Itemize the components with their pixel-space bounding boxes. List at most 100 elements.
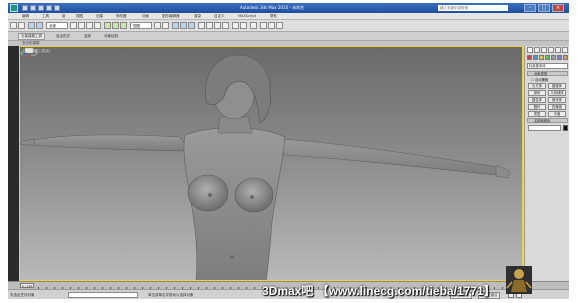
select-manipulate-icon[interactable] (162, 22, 169, 29)
render-setup-icon[interactable] (260, 22, 267, 29)
geosphere-button[interactable]: 几何球体 (548, 90, 566, 96)
pivot-center-icon[interactable] (154, 22, 161, 29)
menu-item-maxscript[interactable]: MAXScript (238, 14, 256, 18)
viewport-left-rail (8, 46, 19, 281)
rollout-object-type[interactable]: 对象类型 (527, 71, 568, 76)
minimize-icon[interactable]: – (524, 4, 536, 12)
menu-item-create[interactable]: 创建 (96, 14, 103, 19)
motion-tab-icon[interactable] (548, 47, 554, 53)
create-category-icons (527, 55, 568, 62)
app-logo-icon[interactable] (10, 4, 18, 12)
cameras-icon[interactable] (545, 55, 550, 60)
menu-item-help[interactable]: 帮助 (270, 14, 277, 19)
watermark-mascot-icon (506, 266, 532, 294)
pyramid-button[interactable]: 四棱锥 (548, 104, 566, 110)
hierarchy-tab-icon[interactable] (541, 47, 547, 53)
undo-icon[interactable] (46, 5, 52, 11)
systems-icon[interactable] (563, 55, 568, 60)
align-icon[interactable] (206, 22, 213, 29)
selection-info: 未选定任何对象 (10, 293, 35, 297)
autogrid-label: 自动栅格 (535, 78, 549, 82)
box-button[interactable]: 长方体 (528, 83, 546, 89)
menu-item-tools[interactable]: 工具 (42, 14, 49, 19)
prompt-line: 单击或单击并拖动以选择对象 (148, 293, 194, 297)
geometry-icon[interactable] (527, 55, 532, 60)
main-toolbar: 全部 视图 (8, 20, 569, 32)
category-dropdown[interactable]: 标准基本体 (527, 63, 568, 69)
selection-filter-dropdown[interactable]: 全部 (46, 22, 68, 29)
mirror-icon[interactable] (198, 22, 205, 29)
menu-item-edit[interactable]: 编辑 (22, 14, 29, 19)
teapot-button[interactable]: 茶壶 (528, 111, 546, 117)
curve-editor-icon[interactable] (232, 22, 239, 29)
command-panel-tabs (527, 47, 568, 54)
graphite-toggle-icon[interactable] (222, 22, 229, 29)
app-window: Autodesk 3ds Max 2010 - 未命名 键入关键字或短语 – □… (8, 3, 569, 299)
shapes-icon[interactable] (533, 55, 538, 60)
percent-snap-icon[interactable] (188, 22, 195, 29)
cylinder-button[interactable]: 圆柱体 (528, 97, 546, 103)
rollout-name-color[interactable]: 名称和颜色 (527, 118, 568, 123)
autogrid-checkbox[interactable]: ☐ 自动栅格 (531, 77, 548, 82)
open-file-icon[interactable] (30, 5, 36, 11)
modify-tab-icon[interactable] (534, 47, 540, 53)
select-object-icon[interactable] (70, 22, 77, 29)
scale-icon[interactable] (120, 22, 127, 29)
redo-icon[interactable] (54, 5, 60, 11)
maximize-icon[interactable]: □ (538, 4, 550, 12)
command-panel: 标准基本体 对象类型 ☐ 自动栅格 长方体 圆锥体 球体 几何球体 圆柱体 管状… (524, 46, 569, 281)
new-file-icon[interactable] (22, 5, 28, 11)
tube-button[interactable]: 管状体 (548, 97, 566, 103)
display-tab-icon[interactable] (555, 47, 561, 53)
create-tab-icon[interactable] (527, 47, 533, 53)
rotate-icon[interactable] (112, 22, 119, 29)
plane-button[interactable]: 平面 (548, 111, 566, 117)
rect-selection-icon[interactable] (86, 22, 93, 29)
reference-coord-dropdown[interactable]: 视图 (130, 22, 152, 29)
render-frame-icon[interactable] (268, 22, 275, 29)
menu-item-customize[interactable]: 自定义 (214, 14, 225, 19)
coordinate-display[interactable] (68, 292, 138, 298)
close-icon[interactable]: × (552, 4, 564, 12)
object-color-swatch[interactable] (563, 125, 568, 131)
angle-snap-icon[interactable] (180, 22, 187, 29)
menu-item-modifiers[interactable]: 修改器 (116, 14, 127, 19)
window-crossing-icon[interactable] (94, 22, 101, 29)
schematic-view-icon[interactable] (240, 22, 247, 29)
move-icon[interactable] (104, 22, 111, 29)
tab-graphite-modeling[interactable]: 石墨建模工具 (18, 33, 45, 40)
perspective-viewport[interactable]: [+] [透视] [真实] (19, 46, 523, 281)
undo-icon[interactable] (10, 22, 17, 29)
torus-button[interactable]: 圆环 (528, 104, 546, 110)
time-slider[interactable]: 0 / 100 (20, 283, 34, 288)
redo-icon[interactable] (18, 22, 25, 29)
menu-item-animation[interactable]: 动画 (142, 14, 149, 19)
render-icon[interactable] (276, 22, 283, 29)
cone-button[interactable]: 圆锥体 (548, 83, 566, 89)
utilities-tab-icon[interactable] (562, 47, 568, 53)
layer-manager-icon[interactable] (214, 22, 221, 29)
axis-tripod-icon (22, 48, 31, 57)
material-editor-icon[interactable] (250, 22, 257, 29)
object-name-input[interactable] (528, 125, 561, 131)
search-input[interactable]: 键入关键字或短语 (438, 5, 508, 11)
menu-item-graph-editors[interactable]: 图形编辑器 (162, 14, 180, 19)
lights-icon[interactable] (539, 55, 544, 60)
window-title: Autodesk 3ds Max 2010 - 未命名 (240, 5, 305, 10)
menu-item-group[interactable]: 组 (62, 14, 66, 19)
tab-freeform[interactable]: 自由形式 (56, 34, 70, 39)
tab-object-paint[interactable]: 对象绘制 (104, 34, 118, 39)
snap-toggle-icon[interactable] (172, 22, 179, 29)
menu-item-rendering[interactable]: 渲染 (194, 14, 201, 19)
save-icon[interactable] (38, 5, 44, 11)
title-bar: Autodesk 3ds Max 2010 - 未命名 键入关键字或短语 – □… (8, 3, 569, 13)
character-model[interactable] (20, 47, 523, 281)
sphere-button[interactable]: 球体 (528, 90, 546, 96)
unlink-icon[interactable] (36, 22, 43, 29)
tab-selection[interactable]: 选择 (84, 34, 91, 39)
select-by-name-icon[interactable] (78, 22, 85, 29)
link-icon[interactable] (28, 22, 35, 29)
helpers-icon[interactable] (551, 55, 556, 60)
menu-item-views[interactable]: 视图 (76, 14, 83, 19)
spacewarps-icon[interactable] (557, 55, 562, 60)
